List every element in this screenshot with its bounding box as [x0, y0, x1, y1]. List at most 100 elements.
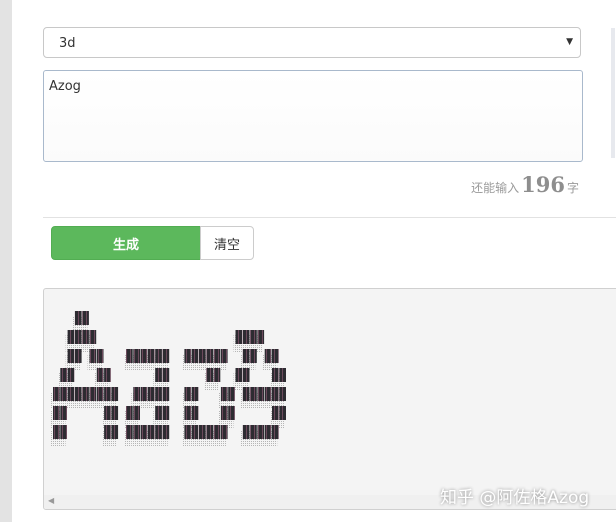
ascii-block-cell	[184, 349, 192, 363]
ascii-block-cell	[67, 349, 75, 363]
clear-button[interactable]: 清空	[200, 226, 254, 260]
ascii-block-cell	[184, 387, 192, 401]
ascii-block-cell	[82, 387, 89, 401]
ascii-block-cell	[250, 387, 257, 401]
ascii-block-cell	[104, 387, 111, 401]
ascii-block-cell	[242, 330, 250, 344]
ascii-block-cell	[155, 387, 162, 401]
left-edge-strip	[0, 0, 12, 522]
ascii-block-cell	[126, 406, 133, 420]
text-input-area[interactable]: Azog	[43, 70, 583, 162]
ascii-block-cell	[279, 368, 286, 382]
ascii-block-cell	[67, 387, 75, 401]
chevron-down-icon: ▼	[566, 37, 573, 47]
ascii-block-cell	[162, 425, 170, 439]
style-select[interactable]: 3d ▼	[43, 27, 581, 58]
ascii-block-cell	[191, 425, 199, 439]
ascii-block-cell	[191, 387, 199, 401]
ascii-block-cell	[250, 330, 257, 344]
ascii-block-cell	[74, 330, 82, 344]
ascii-block-cell	[96, 387, 104, 401]
ascii-block-cell	[235, 368, 243, 382]
ascii-block-cell	[82, 330, 89, 344]
ascii-block-cell	[140, 425, 148, 439]
ascii-block-cell	[264, 387, 272, 401]
ascii-block-cell	[74, 349, 82, 363]
ascii-block-cell	[104, 406, 111, 420]
ascii-block-cell	[191, 349, 199, 363]
ascii-block-cell	[126, 425, 133, 439]
ascii-block-cell	[257, 387, 265, 401]
ascii-block-cell	[147, 387, 155, 401]
ascii-block-cell	[242, 387, 250, 401]
ascii-block-cell	[155, 406, 162, 420]
ascii-block-cell	[147, 349, 155, 363]
ascii-block-cell	[140, 349, 148, 363]
ascii-block-cell	[53, 406, 60, 420]
ascii-block-cell	[67, 330, 75, 344]
ascii-block-cell	[206, 425, 213, 439]
ascii-block-cell	[213, 349, 221, 363]
char-counter: 还能输入 196 字	[471, 172, 579, 197]
ascii-block-cell	[133, 406, 140, 420]
ascii-block-cell	[60, 387, 67, 401]
ascii-block-cell	[257, 425, 265, 439]
ascii-block-cell	[235, 330, 243, 344]
ascii-block-cell	[67, 368, 75, 382]
ascii-block-cell	[60, 406, 67, 420]
counter-suffix: 字	[566, 181, 579, 195]
ascii-block-cell	[279, 387, 286, 401]
ascii-block-layer	[53, 311, 286, 439]
ascii-block-cell	[162, 406, 170, 420]
ascii-block-cell	[162, 387, 170, 401]
ascii-block-cell	[264, 425, 272, 439]
style-select-value: 3d	[59, 36, 76, 51]
ascii-block-cell	[250, 349, 257, 363]
ascii-block-cell	[184, 425, 192, 439]
ascii-block-cell	[206, 349, 213, 363]
ascii-block-cell	[133, 425, 140, 439]
section-divider	[43, 217, 616, 218]
ascii-block-cell	[53, 387, 60, 401]
ascii-block-cell	[111, 387, 119, 401]
ascii-block-cell	[184, 406, 192, 420]
ascii-block-cell	[272, 406, 279, 420]
ascii-block-cell	[228, 406, 235, 420]
scroll-left-arrow-icon[interactable]: ◀	[48, 496, 54, 505]
ascii-block-cell	[89, 349, 97, 363]
generate-button[interactable]: 生成	[51, 226, 201, 260]
ascii-block-cell	[242, 425, 250, 439]
ascii-block-cell	[272, 425, 279, 439]
ascii-block-cell	[162, 349, 170, 363]
ascii-block-cell	[147, 425, 155, 439]
counter-prefix: 还能输入	[471, 181, 520, 195]
right-edge-border	[611, 28, 615, 158]
ascii-block-cell	[213, 368, 221, 382]
ascii-block-cell	[133, 349, 140, 363]
text-input-value: Azog	[49, 79, 81, 94]
ascii-block-cell	[60, 368, 67, 382]
ascii-block-cell	[111, 406, 119, 420]
ascii-block-cell	[140, 387, 148, 401]
ascii-block-cell	[213, 425, 221, 439]
ascii-block-cell	[60, 425, 67, 439]
ascii-art-preview	[51, 311, 286, 447]
ascii-block-cell	[279, 406, 286, 420]
ascii-block-cell	[220, 425, 228, 439]
ascii-block-cell	[104, 368, 111, 382]
ascii-block-cell	[53, 425, 60, 439]
ascii-block-cell	[133, 387, 140, 401]
ascii-block-cell	[96, 349, 104, 363]
ascii-block-cell	[82, 311, 89, 325]
ascii-block-cell	[126, 349, 133, 363]
ascii-block-cell	[228, 387, 235, 401]
ascii-block-cell	[199, 349, 206, 363]
ascii-block-cell	[220, 387, 228, 401]
ascii-block-cell	[220, 349, 228, 363]
ascii-block-cell	[155, 349, 162, 363]
ascii-block-cell	[74, 387, 82, 401]
ascii-block-cell	[242, 349, 250, 363]
ascii-block-cell	[89, 387, 97, 401]
ascii-output-panel[interactable]: ◀	[43, 288, 616, 510]
ascii-block-cell	[272, 387, 279, 401]
